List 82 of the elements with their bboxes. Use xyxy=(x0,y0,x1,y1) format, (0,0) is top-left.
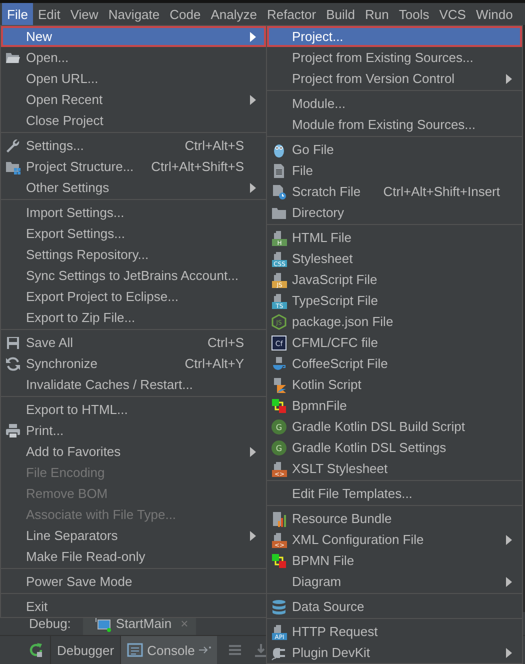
menu-item[interactable]: Diagram xyxy=(267,571,522,592)
kotlin-file-icon xyxy=(271,376,287,392)
menu-item[interactable]: Kotlin Script xyxy=(267,374,522,395)
menu-bar-item[interactable]: View xyxy=(65,3,104,25)
rerun-icon[interactable] xyxy=(28,642,44,658)
bar-chart-file-icon xyxy=(271,510,287,526)
menu-item[interactable]: Sync Settings to JetBrains Account... xyxy=(1,265,266,286)
shortcut-label: Ctrl+Alt+S xyxy=(184,138,244,153)
menu-bar-item[interactable]: Tools xyxy=(394,3,434,25)
menu-bar-item[interactable]: Navigate xyxy=(103,3,165,25)
menu-item[interactable]: Export to HTML... xyxy=(1,399,266,420)
menu-item[interactable]: Export to Zip File... xyxy=(1,307,266,328)
menu-item[interactable]: Open... xyxy=(1,47,266,68)
scratch-file-icon xyxy=(271,184,287,200)
menu-item[interactable]: Add to Favorites xyxy=(1,441,266,462)
menu-bar-item[interactable]: Analyze xyxy=(206,3,262,25)
list-icon[interactable] xyxy=(226,642,243,658)
tray-icon[interactable] xyxy=(252,642,269,658)
menu-item[interactable]: New xyxy=(1,26,266,47)
menu-item[interactable]: Project from Existing Sources... xyxy=(267,47,522,68)
monitor-icon xyxy=(94,616,111,632)
console-icon xyxy=(127,642,144,658)
circle-badge-icon: G xyxy=(271,418,287,434)
menu-item[interactable]: Other Settings xyxy=(1,177,266,198)
menu-item[interactable]: Plugin DevKit xyxy=(267,642,522,663)
menu-item[interactable]: Close Project xyxy=(1,110,266,131)
menu-item[interactable]: Scratch File Ctrl+Alt+Shift+Insert xyxy=(267,181,522,202)
menu-item[interactable]: Import Settings... xyxy=(1,202,266,223)
menu-item[interactable]: Data Source xyxy=(267,596,522,617)
menu-item[interactable]: Make File Read-only xyxy=(1,546,266,567)
menu-bar-item[interactable]: File xyxy=(2,3,33,25)
menu-item[interactable]: File xyxy=(267,160,522,181)
menu-item[interactable]: BpmnFile xyxy=(267,395,522,416)
circle-badge-icon: G xyxy=(271,440,287,456)
printer-icon xyxy=(5,422,21,438)
bpmn-icon xyxy=(271,552,287,568)
shortcut-label: Ctrl+Alt+Y xyxy=(184,356,244,371)
menu-item[interactable]: Resource Bundle xyxy=(267,508,522,529)
cup-icon xyxy=(271,356,287,372)
menu-bar-item[interactable]: Build xyxy=(321,3,360,25)
menu-item[interactable]: Save All Ctrl+S xyxy=(1,332,266,353)
menu-item[interactable]: Open Recent xyxy=(1,89,266,110)
menu-item[interactable]: Go File xyxy=(267,139,522,160)
menu-bar-item[interactable]: VCS xyxy=(434,3,471,25)
shortcut-label: Ctrl+Alt+Shift+S xyxy=(151,159,244,174)
wrench-icon xyxy=(5,138,21,154)
menu-item[interactable]: G Gradle Kotlin DSL Build Script xyxy=(267,416,522,437)
menu-item[interactable]: Export Settings... xyxy=(1,223,266,244)
menu-item[interactable]: Line Separators xyxy=(1,525,266,546)
bpmn-icon xyxy=(271,398,287,414)
menu-bar-item[interactable]: Refactor xyxy=(262,3,322,25)
menu-bar-item[interactable]: Windo xyxy=(470,3,518,25)
menu-item[interactable]: Export Project to Eclipse... xyxy=(1,286,266,307)
menu-item[interactable]: G Gradle Kotlin DSL Settings xyxy=(267,437,522,458)
menu-item[interactable]: Power Save Mode xyxy=(1,571,266,592)
menu-bar-item[interactable]: Run xyxy=(360,3,394,25)
menu-item[interactable]: Synchronize Ctrl+Alt+Y xyxy=(1,353,266,374)
menu-bar-item[interactable]: Code xyxy=(164,3,206,25)
menu-item[interactable]: Edit File Templates... xyxy=(267,483,522,504)
menu-item[interactable]: Project... xyxy=(267,26,522,47)
menu-bar-item[interactable]: Edit xyxy=(32,3,66,25)
menu-item[interactable]: CoffeeScript File xyxy=(267,353,522,374)
pin-arrow-icon xyxy=(198,646,211,654)
menu-item[interactable]: Invalidate Caches / Restart... xyxy=(1,374,266,395)
menu-item[interactable]: Project Structure... Ctrl+Alt+Shift+S xyxy=(1,156,266,177)
debug-label: Debug: xyxy=(29,616,71,631)
menu-item[interactable]: BPMN File xyxy=(267,550,522,571)
panel-tab[interactable]: Console xyxy=(120,636,217,664)
shortcut-label: Ctrl+Alt+Shift+Insert xyxy=(383,184,500,199)
menu-item[interactable]: Project from Version Control xyxy=(267,68,522,89)
sync-icon xyxy=(5,356,21,372)
database-icon xyxy=(271,598,287,614)
gopher-icon xyxy=(271,142,287,158)
file-icon xyxy=(271,162,287,178)
menu-item[interactable]: Module... xyxy=(267,93,522,114)
menu-item[interactable]: Settings Repository... xyxy=(1,244,266,265)
menu-item[interactable]: Module from Existing Sources... xyxy=(267,114,522,135)
menu-item[interactable]: Directory xyxy=(267,202,522,223)
menu-item[interactable]: Print... xyxy=(1,420,266,441)
menu-item[interactable]: Open URL... xyxy=(1,68,266,89)
menu-item[interactable]: Settings... Ctrl+Alt+S xyxy=(1,135,266,156)
shortcut-label: Ctrl+S xyxy=(208,335,244,350)
